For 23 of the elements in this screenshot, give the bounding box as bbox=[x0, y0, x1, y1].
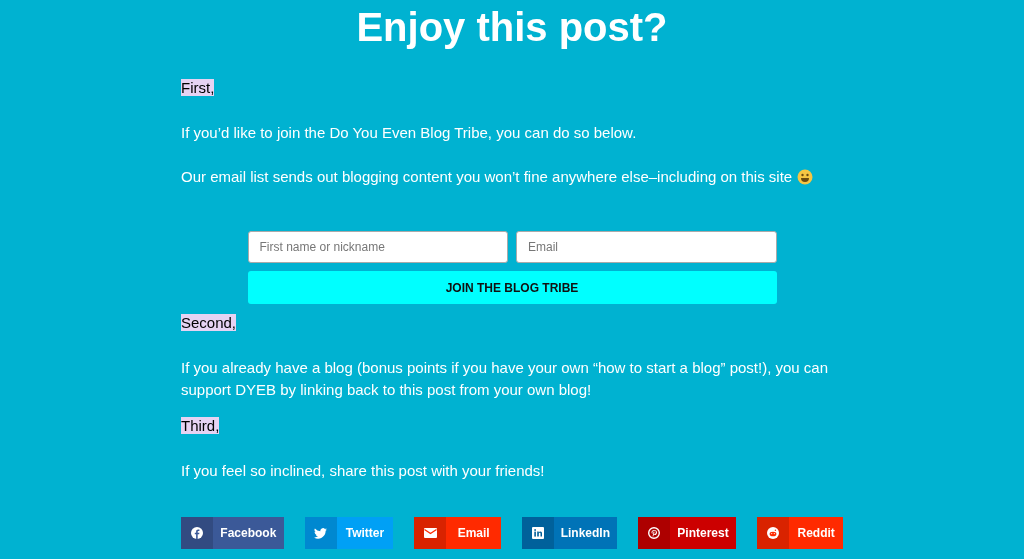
share-button[interactable]: Facebook bbox=[181, 517, 284, 549]
facebook-icon bbox=[191, 527, 203, 539]
paragraph: If you already have a blog (bonus points if you have your own “how to start a blog” post!), you can support DYEB by linking back to this post from your own blog! bbox=[181, 358, 830, 400]
share-button[interactable]: Email bbox=[414, 517, 501, 549]
linkedin-icon bbox=[532, 527, 544, 539]
bird-icon bbox=[314, 527, 328, 539]
heading: Enjoy this post? bbox=[356, 4, 668, 51]
paragraph: If you’d like to join the Do You Even Blog Tribe, you can do so below. bbox=[181, 123, 637, 143]
share-button[interactable]: Pinterest bbox=[637, 517, 737, 549]
section-label: Third, bbox=[181, 417, 220, 434]
envelope-icon bbox=[423, 528, 437, 538]
paragraph: If you feel so inclined, share this post with your friends! bbox=[181, 461, 545, 481]
section-label: Second, bbox=[181, 314, 237, 331]
reddit-icon bbox=[767, 527, 780, 539]
share-button[interactable]: Reddit bbox=[757, 517, 843, 549]
share-button[interactable]: LinkedIn bbox=[522, 517, 617, 549]
email-field[interactable]: Email bbox=[516, 231, 777, 263]
pinterest-icon bbox=[647, 527, 660, 539]
paragraph: Our email list sends out blogging content you won’t fine anywhere else–including on this site bbox=[181, 167, 793, 187]
section-label: First, bbox=[181, 79, 215, 96]
share-button[interactable]: Twitter bbox=[304, 517, 394, 549]
name-field[interactable]: First name or nickname bbox=[247, 231, 508, 263]
join-button[interactable]: JOIN THE BLOG TRIBE bbox=[247, 271, 777, 304]
